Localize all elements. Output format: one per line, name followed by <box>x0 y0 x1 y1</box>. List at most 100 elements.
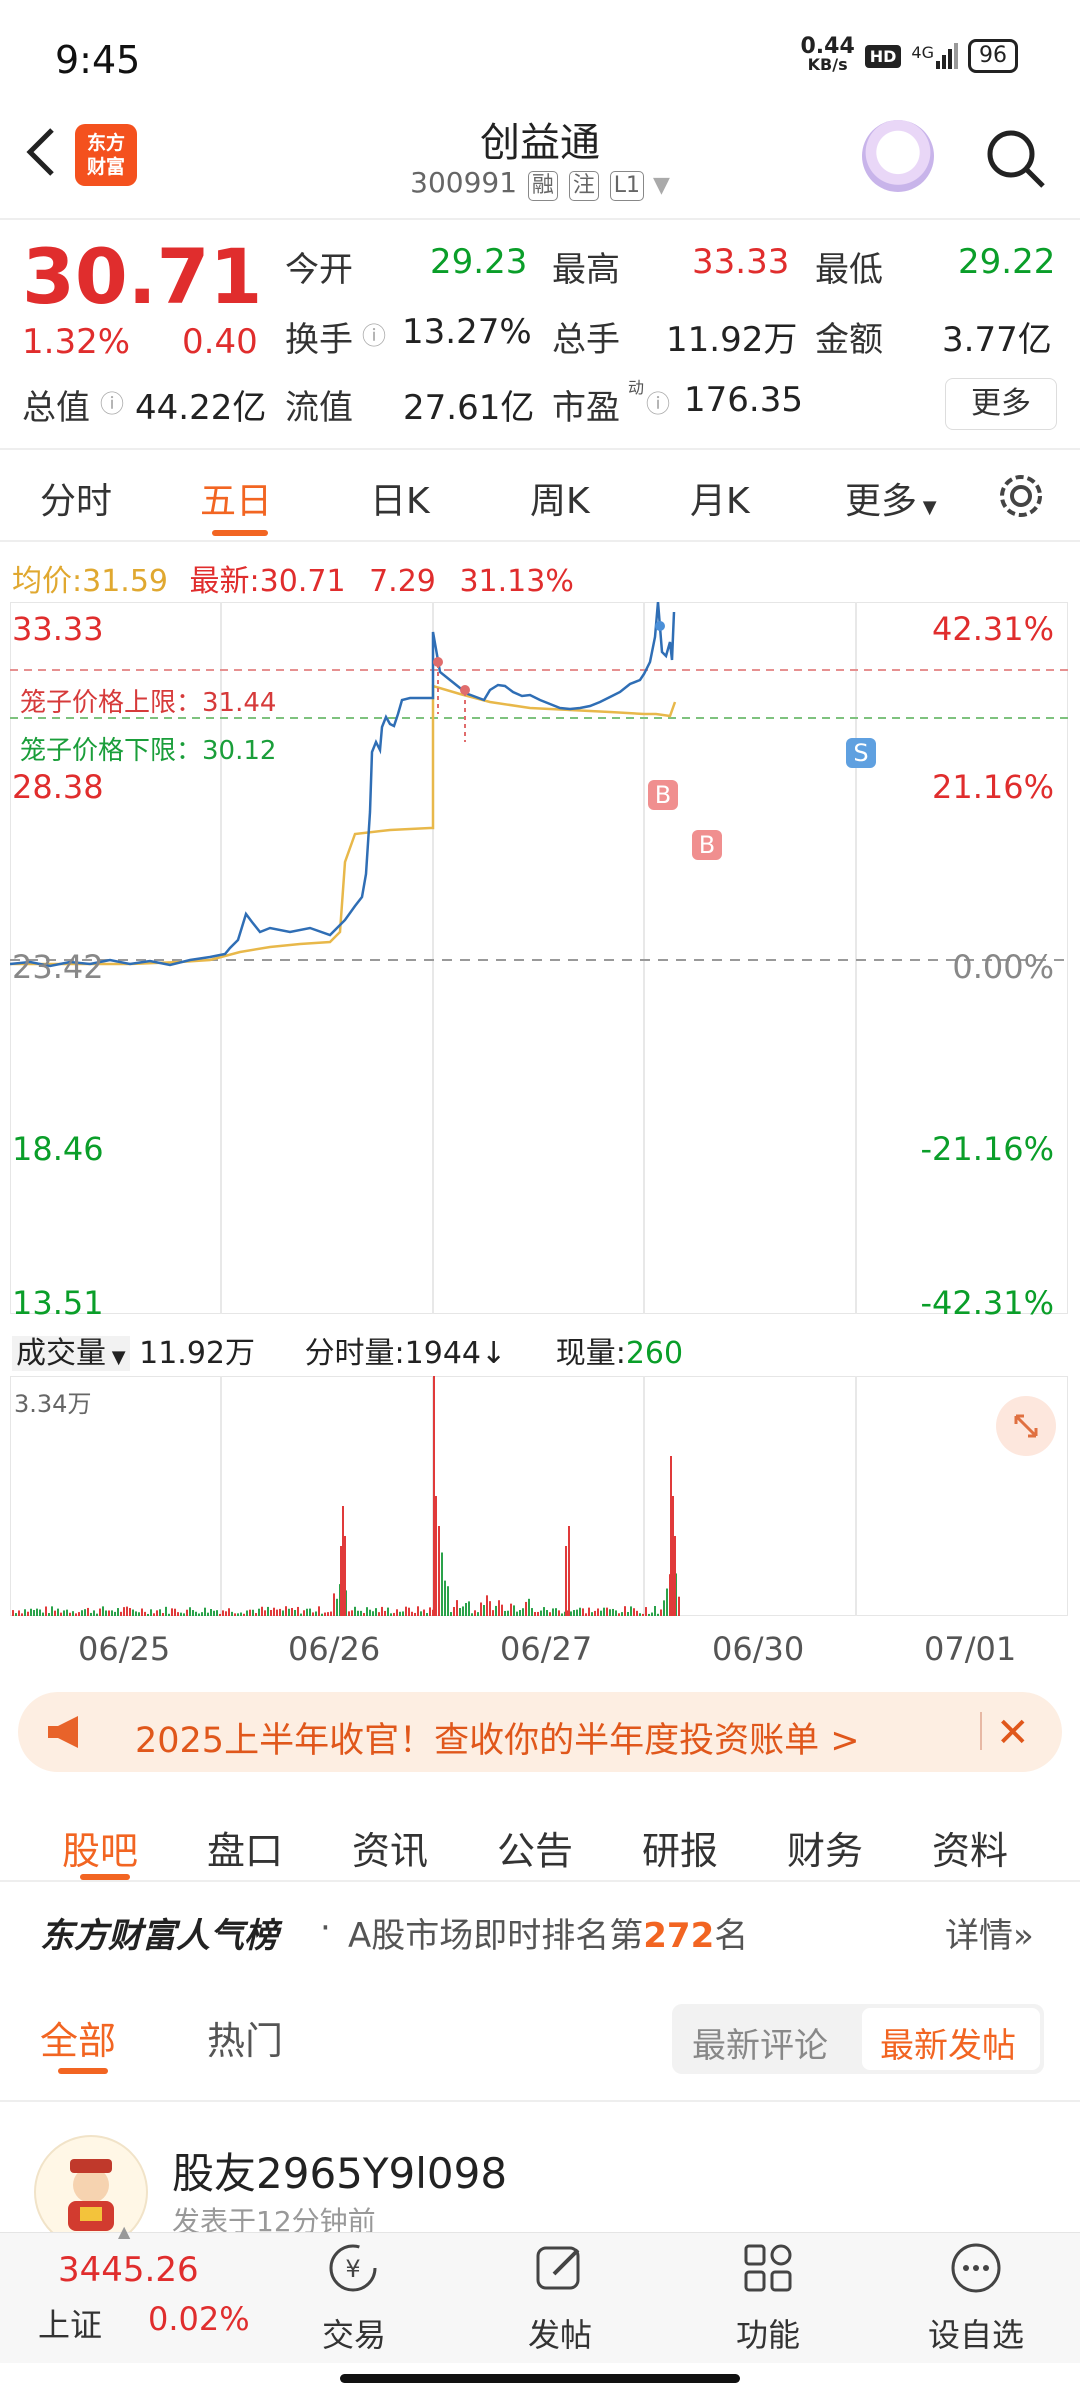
settings-gear-icon[interactable] <box>995 470 1047 522</box>
banner-text[interactable]: 2025上半年收官！查收你的半年度投资账单 > <box>135 1712 860 1763</box>
tab-monthly-k[interactable]: 月K <box>690 472 750 524</box>
volume-bar <box>552 1608 554 1616</box>
volume-bar <box>18 1610 20 1616</box>
volume-bar <box>429 1607 431 1616</box>
volume-bar <box>594 1610 596 1616</box>
current-price: 30.71 <box>22 232 263 321</box>
info-icon[interactable]: ⓘ <box>362 316 386 351</box>
volume-bar <box>621 1612 623 1616</box>
volume-bar <box>285 1606 287 1616</box>
volume-bar <box>111 1610 113 1616</box>
info-icon[interactable]: ⓘ <box>646 384 670 419</box>
volume-bar <box>183 1613 185 1616</box>
latest-change: 7.29 <box>369 564 436 599</box>
volume-bar <box>387 1607 389 1616</box>
date-label: 06/27 <box>500 1630 593 1668</box>
net-speed: 0.44 KB/s <box>800 36 854 74</box>
now-value: 260 <box>625 1336 684 1371</box>
compose-icon[interactable] <box>532 2240 588 2296</box>
tab-finance[interactable]: 财务 <box>787 1820 863 1875</box>
volume-bar <box>495 1605 497 1616</box>
caret-up-icon[interactable]: ▲ <box>118 2222 130 2241</box>
tab-daily-k[interactable]: 日K <box>370 472 430 524</box>
close-icon[interactable]: ✕ <box>996 1710 1030 1756</box>
nav-add-watchlist[interactable]: 设自选 <box>906 2310 1046 2356</box>
nav-post[interactable]: 发帖 <box>490 2310 630 2356</box>
volume-bar <box>204 1607 206 1616</box>
rank-detail-link[interactable]: 详情» <box>945 1908 1034 1957</box>
high-value: 33.33 <box>692 242 790 282</box>
volume-bar <box>384 1610 386 1616</box>
tab-forum[interactable]: 股吧 <box>62 1820 138 1875</box>
index-name: 上证 <box>38 2306 103 2344</box>
sort-latest-post[interactable]: 最新发帖 <box>880 2018 1016 2067</box>
volume-bar <box>282 1610 284 1616</box>
tab-five-day[interactable]: 五日 <box>200 472 272 524</box>
tab-order-book[interactable]: 盘口 <box>207 1820 283 1875</box>
filter-hot[interactable]: 热门 <box>207 2010 283 2065</box>
tab-more[interactable]: 更多 ▼ <box>845 472 937 524</box>
filter-all[interactable]: 全部 <box>40 2010 116 2065</box>
volume-bar <box>633 1608 635 1616</box>
volume-bar <box>636 1610 638 1616</box>
volume-bar <box>579 1607 581 1616</box>
volume-bar <box>93 1610 95 1616</box>
volume-chart[interactable] <box>10 1376 1068 1616</box>
dropdown-icon[interactable]: ▼ <box>653 173 670 198</box>
volume-bar <box>288 1608 290 1616</box>
grid-apps-icon[interactable] <box>740 2240 796 2296</box>
volume-total: 11.92万 <box>139 1336 256 1371</box>
more-button[interactable]: 更多 <box>945 378 1057 430</box>
nav-functions[interactable]: 功能 <box>698 2310 838 2356</box>
volume-bar <box>378 1612 380 1616</box>
tick-value: 1944 <box>404 1336 482 1371</box>
volume-header: 成交量 ▼ 11.92万 分时量:1944↓ 现量:260 <box>12 1328 683 1372</box>
tab-weekly-k[interactable]: 周K <box>530 472 590 524</box>
sort-latest-comment[interactable]: 最新评论 <box>692 2018 828 2067</box>
info-icon[interactable]: ⓘ <box>100 384 124 419</box>
volume-bar <box>210 1609 212 1616</box>
tab-announcements[interactable]: 公告 <box>497 1820 573 1875</box>
home-indicator[interactable] <box>340 2374 740 2383</box>
tab-profile[interactable]: 资料 <box>932 1820 1008 1875</box>
tab-news[interactable]: 资讯 <box>352 1820 428 1875</box>
float-value: 27.61亿 <box>403 388 535 428</box>
date-label: 06/30 <box>712 1630 805 1668</box>
volume-bar <box>306 1608 308 1616</box>
volume-bar <box>279 1608 281 1616</box>
buy-marker[interactable]: B <box>648 780 678 810</box>
y-left-1: 33.33 <box>12 610 104 648</box>
open-label: 今开 <box>285 250 353 290</box>
volume-bar <box>33 1610 35 1616</box>
volume-value: 11.92万 <box>666 320 798 360</box>
volume-bar <box>642 1613 644 1616</box>
index-value[interactable]: 3445.26 <box>58 2250 199 2290</box>
volume-bar <box>102 1606 104 1616</box>
trade-yen-icon[interactable]: ¥ <box>325 2240 381 2296</box>
more-dots-icon[interactable] <box>948 2240 1004 2296</box>
volume-bar <box>30 1608 32 1616</box>
volume-bar <box>522 1608 524 1616</box>
pe-value: 176.35 <box>684 380 803 420</box>
volume-bar <box>177 1612 179 1616</box>
volume-bar <box>357 1610 359 1616</box>
post-username[interactable]: 股友2965Y9l098 <box>172 2140 507 2201</box>
volume-bar <box>624 1606 626 1616</box>
index-pct: 0.02% <box>148 2300 250 2338</box>
volume-bar <box>333 1593 335 1616</box>
buy-marker[interactable]: B <box>692 830 722 860</box>
volume-bar <box>216 1610 218 1616</box>
tab-intraday[interactable]: 分时 <box>40 472 112 524</box>
volume-bar <box>507 1610 509 1616</box>
search-icon[interactable] <box>985 128 1047 190</box>
volume-bar <box>483 1604 485 1616</box>
tab-research[interactable]: 研报 <box>642 1820 718 1875</box>
robot-avatar-icon[interactable] <box>862 120 934 192</box>
nav-trade[interactable]: 交易 <box>284 2310 424 2356</box>
volume-bar <box>486 1595 488 1616</box>
volume-selector[interactable]: 成交量 ▼ <box>12 1336 130 1371</box>
expand-icon[interactable] <box>996 1396 1056 1456</box>
sell-marker[interactable]: S <box>846 738 876 768</box>
volume-bar <box>69 1612 71 1616</box>
stock-code: 300991 <box>410 166 518 199</box>
